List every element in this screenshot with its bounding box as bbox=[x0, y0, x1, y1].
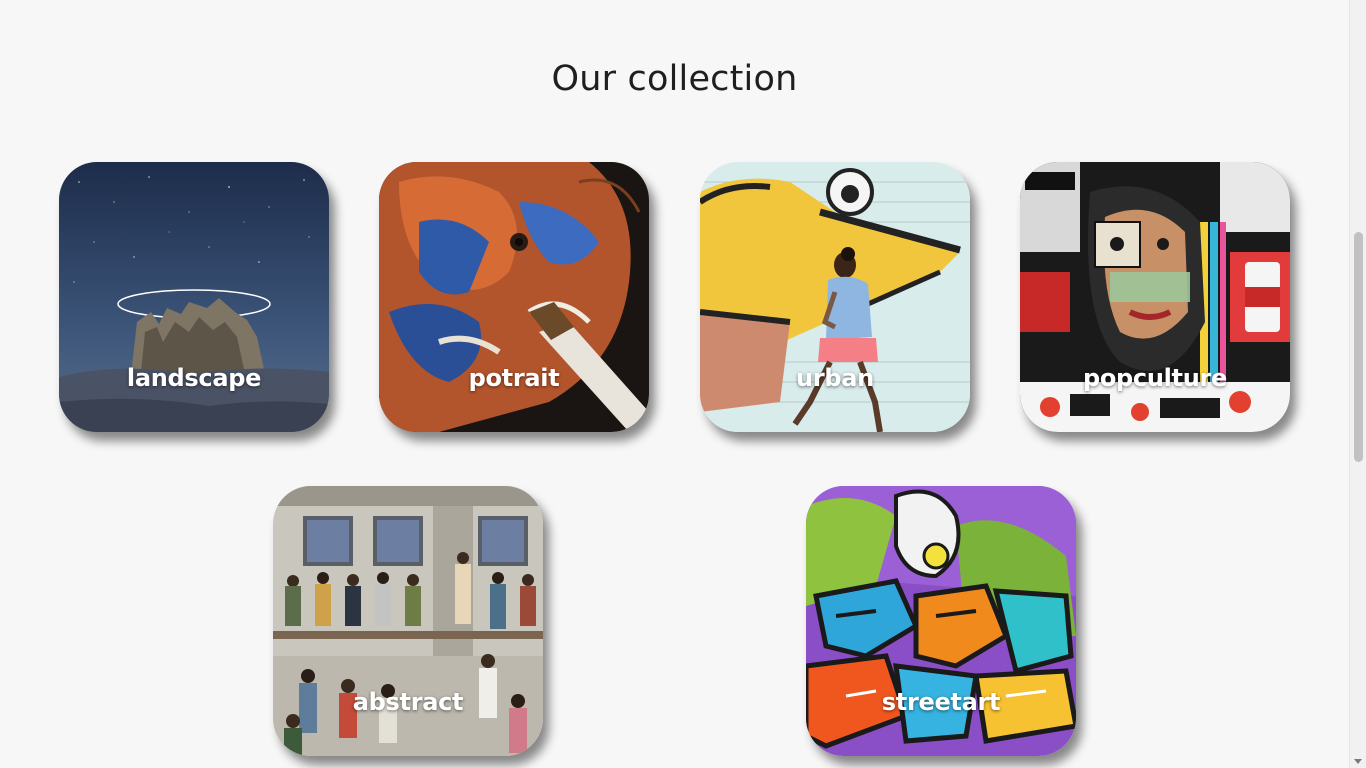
collection-card-potrait[interactable]: potrait bbox=[379, 162, 649, 432]
card-label: urban bbox=[796, 364, 874, 392]
card-label: landscape bbox=[126, 364, 262, 392]
scroll-down-arrow-icon[interactable] bbox=[1354, 759, 1362, 764]
card-label: streetart bbox=[881, 688, 1001, 716]
collection-card-streetart[interactable]: streetart bbox=[806, 486, 1076, 756]
collection-page: Our collection landscape potrait urban p… bbox=[0, 0, 1366, 768]
card-label: popculture bbox=[1082, 364, 1228, 392]
card-label: abstract bbox=[352, 688, 464, 716]
page-scrollbar[interactable] bbox=[1349, 0, 1366, 768]
page-title: Our collection bbox=[551, 59, 798, 100]
collection-card-popculture[interactable]: popculture bbox=[1020, 162, 1290, 432]
collection-card-urban[interactable]: urban bbox=[700, 162, 970, 432]
collection-card-abstract[interactable]: abstract bbox=[273, 486, 543, 756]
scrollbar-thumb[interactable] bbox=[1354, 232, 1363, 462]
card-label: potrait bbox=[468, 364, 560, 392]
collection-card-landscape[interactable]: landscape bbox=[59, 162, 329, 432]
